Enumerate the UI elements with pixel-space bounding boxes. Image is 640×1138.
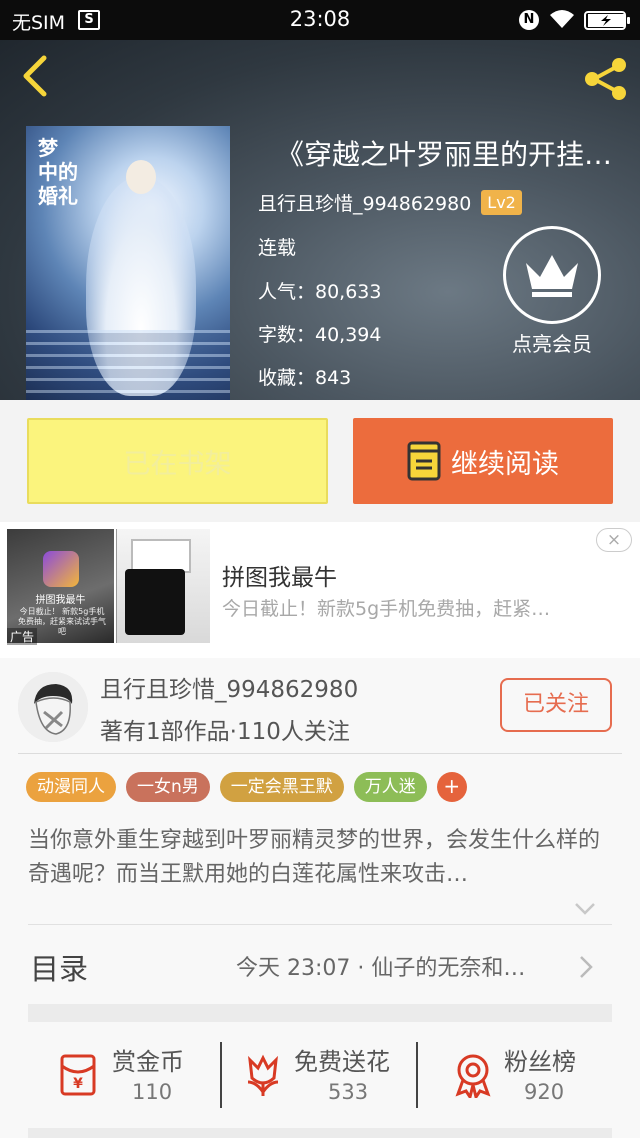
nfc-icon: N — [519, 10, 539, 30]
section-divider — [28, 1004, 612, 1022]
vip-button[interactable]: 点亮会员 — [500, 226, 604, 356]
stats-row: ¥ 赏金币 110 免费送花 533 粉丝榜 920 — [0, 1030, 640, 1126]
back-icon[interactable] — [16, 54, 56, 98]
ad-description: 今日截止！新款5g手机免费抽，赶紧… — [222, 598, 551, 620]
tag-item[interactable]: 动漫同人 — [26, 772, 116, 802]
reward-coins-button[interactable]: ¥ 赏金币 110 — [54, 1030, 214, 1126]
author-name[interactable]: 且行且珍惜_994862980 — [258, 189, 471, 216]
flower-icon — [247, 1054, 279, 1096]
book-icon — [407, 441, 441, 481]
ad-image-app-name: 拼图我最牛 — [35, 595, 86, 606]
medal-icon — [455, 1054, 491, 1098]
reward-value: 110 — [132, 1080, 173, 1104]
status-bar: 无SIM S 23:08 N — [0, 0, 640, 40]
ad-tag: 广告 — [7, 628, 38, 645]
clock: 23:08 — [289, 7, 351, 31]
battery-icon — [584, 11, 630, 30]
wifi-icon — [550, 10, 574, 28]
tag-list: 动漫同人 一女n男 一定会黑王默 万人迷 + — [26, 772, 467, 802]
crown-icon — [503, 226, 601, 324]
cover-figure-head — [126, 160, 156, 194]
favorites-count: 收藏：843 — [258, 367, 352, 389]
continue-reading-button[interactable]: 继续阅读 — [353, 418, 613, 504]
synopsis[interactable]: 当你意外重生穿越到叶罗丽精灵梦的世界，会发生什么样的奇遇呢？而当王默用她的白莲花… — [28, 824, 608, 892]
follow-button[interactable]: 已关注 — [500, 678, 612, 732]
author-card[interactable]: 且行且珍惜_994862980 著有1部作品·110人关注 已关注 — [18, 658, 622, 754]
vip-label: 点亮会员 — [512, 332, 592, 356]
book-cover[interactable]: 梦中的 婚礼 — [26, 126, 230, 400]
popularity-count: 人气：80,633 — [258, 281, 382, 303]
cover-title: 梦中的 婚礼 — [38, 136, 78, 208]
action-buttons: 已在书架 继续阅读 — [0, 400, 640, 522]
share-icon[interactable] — [580, 54, 630, 104]
separator — [220, 1042, 222, 1108]
flower-value: 533 — [328, 1080, 369, 1104]
ad-image-phone — [116, 529, 210, 643]
latest-chapter: 今天 23:07 · 仙子的无奈和… — [236, 956, 526, 981]
phone-icon — [125, 569, 185, 635]
author-card-name: 且行且珍惜_994862980 — [100, 677, 359, 703]
ad-title: 拼图我最牛 — [222, 565, 337, 591]
cover-stairs — [26, 330, 230, 400]
author-card-stats: 著有1部作品·110人关注 — [100, 719, 350, 745]
flower-label: 免费送花 — [294, 1048, 390, 1076]
chevron-right-icon — [580, 956, 593, 978]
section-divider — [28, 1128, 612, 1138]
reward-label: 赏金币 — [112, 1048, 184, 1076]
serial-status: 连载 — [258, 237, 297, 259]
ad-image-app: 拼图我最牛 今日截止！ 新款5g手机免费抽，赶紧来试试手气吧 — [7, 529, 114, 643]
tag-item[interactable]: 一定会黑王默 — [219, 772, 344, 802]
divider — [28, 924, 612, 925]
book-details: 且行且珍惜_994862980 著有1部作品·110人关注 已关注 动漫同人 一… — [0, 658, 640, 1138]
svg-text:¥: ¥ — [73, 1076, 83, 1092]
fan-ranking-button[interactable]: 粉丝榜 920 — [452, 1030, 592, 1126]
fans-value: 920 — [524, 1080, 565, 1104]
ad-close-button[interactable]: × — [596, 528, 632, 552]
level-badge: Lv2 — [481, 189, 522, 215]
continue-reading-label: 继续阅读 — [451, 448, 559, 480]
toc-label: 目录 — [30, 952, 89, 986]
free-flower-button[interactable]: 免费送花 533 — [242, 1030, 412, 1126]
table-of-contents-row[interactable]: 目录 今天 23:07 · 仙子的无奈和… — [0, 926, 640, 1006]
fans-label: 粉丝榜 — [504, 1048, 576, 1076]
book-title: 《穿越之叶罗丽里的开挂… — [276, 138, 613, 171]
chevron-down-icon[interactable] — [574, 902, 596, 916]
word-count: 字数：40,394 — [258, 324, 382, 346]
add-tag-button[interactable]: + — [436, 772, 467, 802]
ad-banner[interactable]: 拼图我最牛 今日截止！ 新款5g手机免费抽，赶紧来试试手气吧 广告 拼图我最牛 … — [0, 522, 640, 658]
red-envelope-icon: ¥ — [60, 1054, 96, 1096]
tag-item[interactable]: 一女n男 — [126, 772, 210, 802]
tag-item[interactable]: 万人迷 — [353, 772, 427, 802]
book-header: 梦中的 婚礼 《穿越之叶罗丽里的开挂… 且行且珍惜_994862980 Lv2 连… — [0, 40, 640, 400]
phone-box — [131, 539, 191, 573]
avatar[interactable] — [18, 672, 88, 742]
on-shelf-button[interactable]: 已在书架 — [27, 418, 328, 504]
separator — [416, 1042, 418, 1108]
puzzle-app-icon — [43, 551, 79, 587]
author-line: 且行且珍惜_994862980 Lv2 — [258, 188, 522, 216]
